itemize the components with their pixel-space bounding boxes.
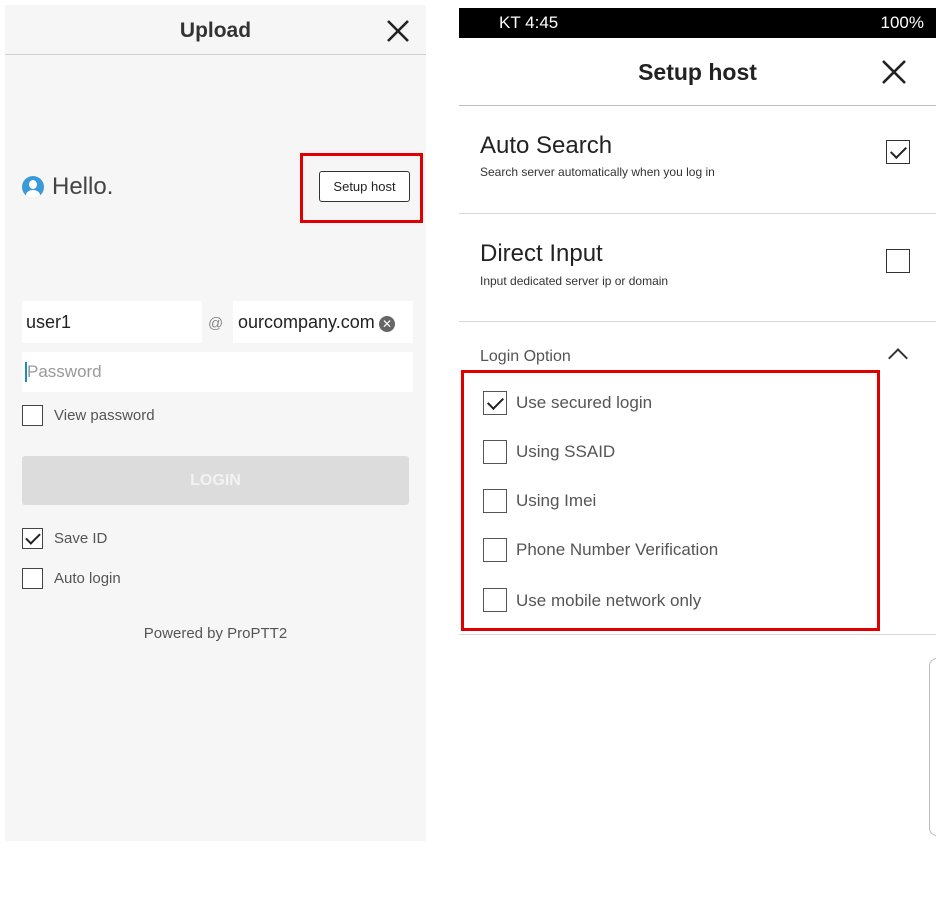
save-id-label: Save ID [54,530,108,547]
auto-login-label: Auto login [54,570,121,587]
use-secured-login-checkbox[interactable] [483,391,507,415]
page-title: Upload [179,19,252,42]
use-mobile-network-only-label: Use mobile network only [516,591,702,610]
save-id-checkbox[interactable] [22,528,43,549]
direct-input-checkbox[interactable] [886,249,910,273]
clear-domain-icon[interactable]: ✕ [379,316,395,332]
close-icon[interactable] [384,17,412,45]
greeting: Hello. [22,173,113,201]
auto-login-checkbox[interactable] [22,568,43,589]
divider [459,321,936,322]
header: Setup host [459,38,936,106]
using-ssaid-label: Using SSAID [516,442,616,461]
direct-input-title: Direct Input [480,240,603,267]
phone-number-verification-checkbox[interactable] [483,538,507,562]
use-mobile-network-only-checkbox[interactable] [483,588,507,612]
user-avatar-icon [22,176,44,198]
auto-search-checkbox[interactable] [886,140,910,164]
view-password-checkbox[interactable] [22,405,43,426]
login-screen: Upload Hello. Setup host user1 @ ourcomp… [5,5,426,841]
divider [459,634,936,635]
powered-by-text: Powered by ProPTT2 [143,625,288,642]
page-title: Setup host [638,59,757,85]
auto-search-title: Auto Search [480,132,613,159]
at-sign: @ [208,315,224,332]
battery-level: 100% [880,13,924,32]
login-option-title: Login Option [480,348,571,365]
using-imei-label: Using Imei [516,491,597,510]
use-secured-login-label: Use secured login [516,393,653,412]
phone-number-verification-label: Phone Number Verification [516,540,719,559]
password-input[interactable]: Password [22,352,413,392]
password-placeholder: Password [27,362,102,381]
direct-input-subtitle: Input dedicated server ip or domain [480,274,669,288]
status-bar: KT 4:45 100% [459,8,936,38]
auto-search-subtitle: Search server automatically when you log… [480,165,715,179]
greeting-text: Hello. [52,173,114,200]
setup-host-button[interactable]: Setup host [319,171,410,202]
setup-host-screen: KT 4:45 100% Setup host Auto Search Sear… [459,8,936,900]
chevron-up-icon[interactable] [888,348,908,368]
view-password-label: View password [54,407,155,424]
close-icon[interactable] [880,58,908,86]
side-panel-edge[interactable] [929,658,936,836]
header: Upload [5,5,426,55]
carrier-time: KT 4:45 [499,13,559,32]
login-button[interactable]: LOGIN [22,456,409,505]
divider [459,213,936,214]
using-ssaid-checkbox[interactable] [483,440,507,464]
user-id-input[interactable]: user1 [22,301,202,343]
using-imei-checkbox[interactable] [483,489,507,513]
text-cursor [25,362,27,382]
